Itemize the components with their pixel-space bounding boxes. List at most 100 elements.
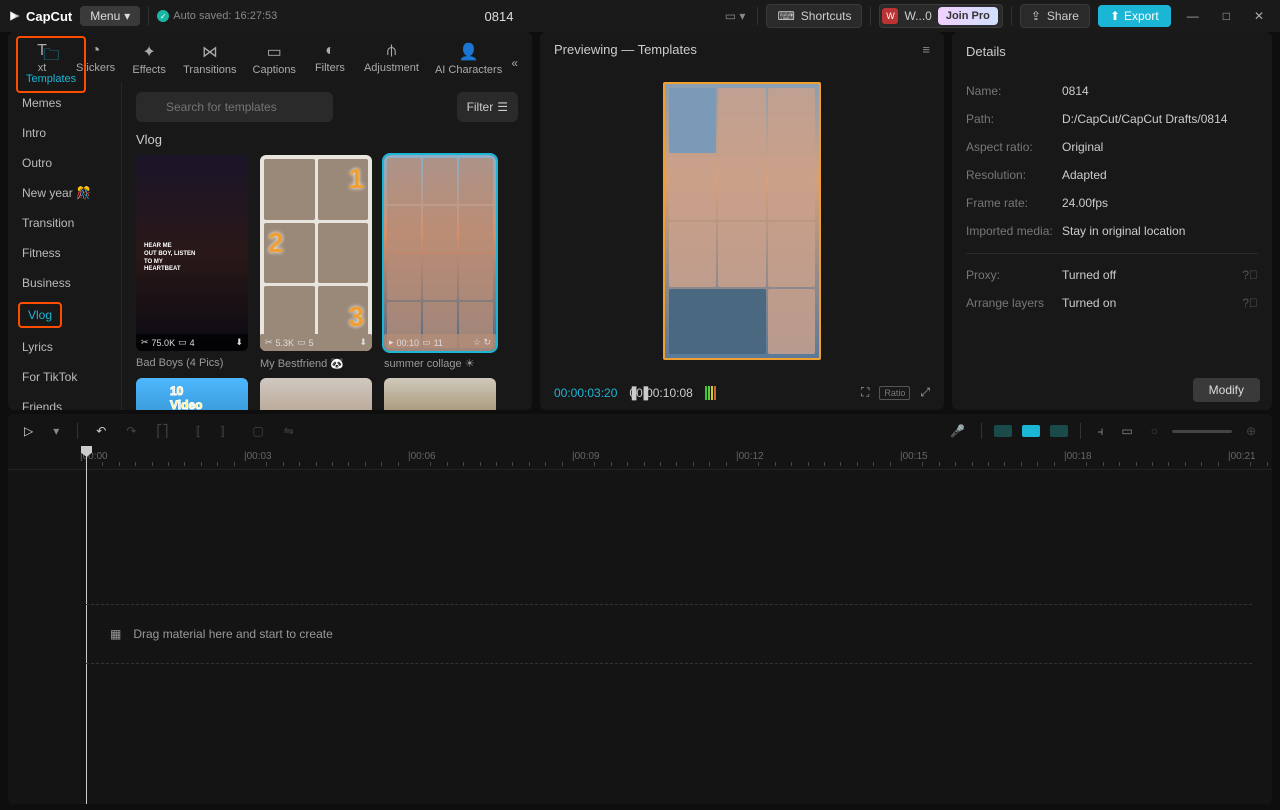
template-card[interactable] (384, 378, 496, 410)
detail-row: Frame rate:24.00fps (966, 189, 1258, 217)
tab-ai-characters[interactable]: 👤AI Characters (427, 36, 510, 82)
chevron-down-icon: ▾ (124, 9, 130, 23)
tab-icon: ✦ (142, 42, 155, 62)
section-title: Vlog (136, 132, 518, 147)
titlebar: CapCut Menu ▾ ✓ Auto saved: 16:27:53 081… (0, 0, 1280, 32)
template-card[interactable]: ✂75.0K▭4⬇Bad Boys (4 Pics) (136, 155, 248, 370)
detail-row: Aspect ratio:Original (966, 133, 1258, 161)
detail-row: Arrange layersTurned on?⃝ (966, 289, 1258, 317)
filter-button[interactable]: Filter ☰ (457, 92, 518, 122)
pause-button[interactable]: ❚❚ (628, 384, 651, 401)
autosave-status: ✓ Auto saved: 16:27:53 (157, 10, 277, 22)
template-card[interactable]: 123✂5.3K▭5⬇My Bestfriend 🐼 (260, 155, 372, 370)
tab-captions[interactable]: ▭Captions (245, 36, 304, 82)
crop-icon[interactable]: ⛶ (861, 385, 869, 400)
share-button[interactable]: ⇪ Share (1020, 4, 1090, 28)
tab-icon: ◐ (325, 42, 335, 60)
close-button[interactable]: ✕ (1246, 9, 1272, 23)
shortcuts-button[interactable]: ⌨ Shortcuts (766, 4, 862, 28)
maximize-button[interactable]: □ (1215, 9, 1238, 23)
audio-meter-icon (705, 386, 716, 400)
category-friends[interactable]: Friends (8, 392, 121, 410)
category-vlog[interactable]: Vlog (8, 298, 121, 332)
tab-icon: ◔ (91, 42, 101, 60)
fullscreen-icon[interactable]: ⤢ (920, 385, 930, 400)
category-business[interactable]: Business (8, 268, 121, 298)
category-for-tiktok[interactable]: For TikTok (8, 362, 121, 392)
timeline-ruler[interactable]: |00:00|00:03|00:06|00:09|00:12|00:15|00:… (8, 448, 1272, 470)
tab-icon: ⫛ (387, 42, 397, 60)
track-toggle-3[interactable] (1050, 425, 1068, 437)
ratio-toggle[interactable]: Ratio (879, 386, 910, 400)
time-current: 00:00:03:20 (554, 386, 617, 400)
check-icon: ✓ (157, 10, 169, 22)
preview-frame (663, 82, 821, 360)
undo-button[interactable]: ↶ (92, 420, 110, 442)
detail-row: Resolution:Adapted (966, 161, 1258, 189)
timeline-toolbar: ▷ ▾ ↶ ↷ ⎡⎤ 〚 〛 ▢ ⇋ 🎤 ⫞ ▭ ○ ⊕ (8, 414, 1272, 448)
mic-icon[interactable]: 🎤 (946, 420, 969, 442)
tab-icon: 🗀 (43, 44, 59, 71)
tab-effects[interactable]: ✦Effects (123, 36, 175, 82)
tab-templates[interactable]: 🗀Templates (16, 36, 86, 93)
zoom-out-icon[interactable]: ○ (1147, 420, 1162, 442)
category-list: MemesIntroOutroNew year 🎊TransitionFitne… (8, 82, 122, 410)
delete-icon[interactable]: ▢ (248, 420, 267, 442)
join-pro-button[interactable]: Join Pro (938, 7, 998, 25)
help-icon[interactable]: ?⃝ (1242, 268, 1258, 282)
timeline-drop-zone[interactable]: ▦ Drag material here and start to create (86, 604, 1252, 664)
details-heading: Details (952, 32, 1272, 71)
track-toggle-2[interactable] (1022, 425, 1040, 437)
preview-title: Previewing — Templates (554, 42, 697, 57)
tab-transitions[interactable]: ⋈Transitions (175, 36, 244, 82)
detail-row: Imported media:Stay in original location (966, 217, 1258, 245)
trim-left-icon[interactable]: 〚 (184, 419, 204, 444)
detail-row: Path:D:/CapCut/CapCut Drafts/0814 (966, 105, 1258, 133)
category-lyrics[interactable]: Lyrics (8, 332, 121, 362)
tab-icon: ▭ (267, 42, 282, 62)
search-input[interactable] (136, 92, 333, 122)
detail-row: Proxy:Turned off?⃝ (966, 253, 1258, 289)
app-logo: CapCut (8, 9, 72, 24)
avatar: W (882, 8, 898, 24)
details-panel: Details Name:0814Path:D:/CapCut/CapCut D… (952, 32, 1272, 410)
category-intro[interactable]: Intro (8, 118, 121, 148)
category-transition[interactable]: Transition (8, 208, 121, 238)
help-icon[interactable]: ?⃝ (1242, 296, 1258, 310)
trim-right-icon[interactable]: 〛 (216, 419, 236, 444)
category-new-year-🎊[interactable]: New year 🎊 (8, 178, 121, 208)
modify-button[interactable]: Modify (1193, 378, 1260, 402)
film-icon: ▦ (110, 627, 121, 641)
redo-button[interactable]: ↷ (122, 420, 140, 442)
collapse-icon[interactable]: « (503, 48, 526, 78)
zoom-slider[interactable] (1172, 430, 1232, 433)
media-panel: Txt◔Stickers✦Effects⋈Transitions▭Caption… (8, 32, 532, 410)
template-grid: ✂75.0K▭4⬇Bad Boys (4 Pics)123✂5.3K▭5⬇My … (136, 155, 518, 370)
track-toggle-1[interactable] (994, 425, 1012, 437)
category-fitness[interactable]: Fitness (8, 238, 121, 268)
tab-icon: 👤 (459, 42, 479, 62)
template-card[interactable] (136, 378, 248, 410)
pointer-tool-icon[interactable]: ▷ (20, 420, 37, 442)
share-icon: ⇪ (1031, 9, 1041, 23)
user-chip[interactable]: W W...0 Join Pro (879, 4, 1002, 28)
template-card[interactable]: ▸00:10▭11☆ ↻summer collage ☀ (384, 155, 496, 370)
minimize-button[interactable]: — (1179, 9, 1207, 23)
dropdown-icon[interactable]: ▾ (49, 420, 63, 442)
zoom-in-icon[interactable]: ⊕ (1242, 420, 1260, 442)
tab-adjustment[interactable]: ⫛Adjustment (356, 36, 427, 82)
timeline[interactable]: |00:00|00:03|00:06|00:09|00:12|00:15|00:… (8, 448, 1272, 804)
aspect-icon[interactable]: ▭ ▾ (721, 5, 750, 27)
tab-icon: ⋈ (202, 42, 218, 62)
mirror-icon[interactable]: ⇋ (280, 420, 298, 442)
align-icon[interactable]: ⫞ (1093, 420, 1107, 443)
tab-filters[interactable]: ◐Filters (304, 36, 356, 82)
snap-icon[interactable]: ▭ (1117, 420, 1136, 442)
export-button[interactable]: ⬆ Export (1098, 5, 1171, 27)
menu-button[interactable]: Menu ▾ (80, 6, 140, 26)
split-icon[interactable]: ⎡⎤ (152, 420, 172, 442)
preview-menu-icon[interactable]: ≡ (922, 42, 930, 57)
template-card[interactable] (260, 378, 372, 410)
category-outro[interactable]: Outro (8, 148, 121, 178)
project-title: 0814 (285, 9, 713, 24)
